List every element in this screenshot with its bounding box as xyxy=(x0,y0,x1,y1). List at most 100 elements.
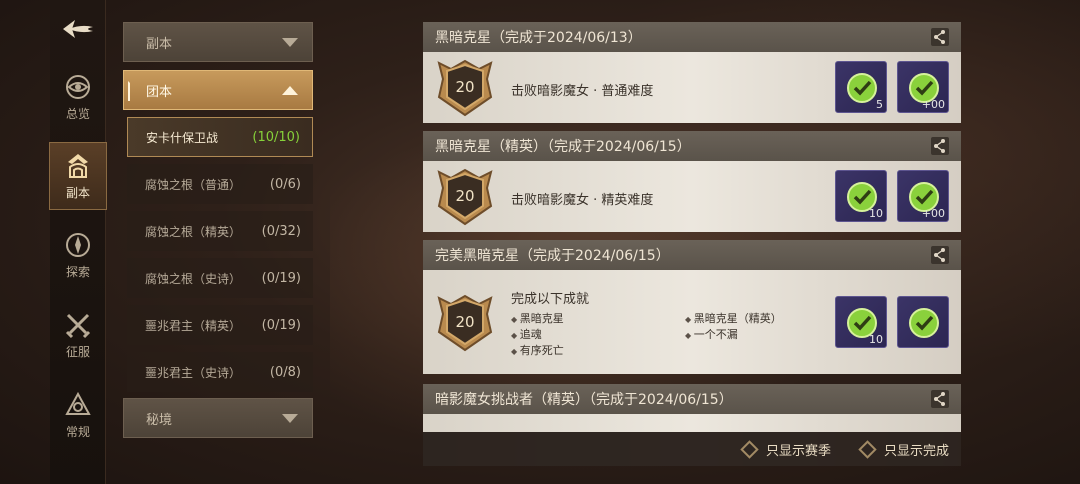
category-list: 副本 团本 安卡什保卫战 (10/10) 腐蚀之根（普通） (0/6) 腐蚀之根… xyxy=(123,22,313,438)
crossed-swords-icon xyxy=(65,313,91,338)
share-icon xyxy=(934,30,945,44)
chevron-down-icon xyxy=(282,414,298,423)
achievement-title-bar: 黑暗克星（精英）（完成于2024/06/15） xyxy=(423,131,961,161)
achievement-list[interactable]: 黑暗克星（完成于2024/06/13） 20 击败暗影魔女 · 普通难度 5 +… xyxy=(423,22,961,466)
nav-label: 征服 xyxy=(65,344,90,359)
compass-icon xyxy=(66,232,90,257)
reward-slot[interactable]: +00 xyxy=(897,170,949,222)
achievement-card: 完美黑暗克星（完成于2024/06/15） 20 完成以下成就 黑暗克星 黑暗克… xyxy=(423,240,961,374)
sub-item[interactable]: 安卡什保卫战 (10/10) xyxy=(127,117,313,157)
share-button[interactable] xyxy=(931,246,949,264)
eye-icon xyxy=(66,74,90,99)
reward-count: 5 xyxy=(876,98,883,111)
achievement-title: 暗影魔女挑战者（精英）（完成于2024/06/15） xyxy=(435,392,733,408)
chevron-down-icon xyxy=(282,38,298,47)
reward-count: +00 xyxy=(921,207,945,220)
share-icon xyxy=(934,248,945,262)
filter-label: 只显示完成 xyxy=(883,443,949,459)
requirement-item: 有序死亡 xyxy=(511,342,564,358)
sub-item-count: (10/10) xyxy=(252,129,300,145)
sub-item-count: (0/6) xyxy=(269,176,301,192)
filter-label: 只显示赛季 xyxy=(765,443,831,459)
share-button[interactable] xyxy=(931,28,949,46)
category-dungeon[interactable]: 副本 xyxy=(123,22,313,62)
corner-accent-icon xyxy=(128,81,134,101)
achievement-title: 黑暗克星（精英）（完成于2024/06/15） xyxy=(435,139,691,155)
dungeon-icon xyxy=(68,153,88,178)
category-raid[interactable]: 团本 xyxy=(123,70,313,110)
reward-count: 10 xyxy=(869,207,883,220)
category-label: 秘境 xyxy=(146,412,173,428)
medal-icon: 20 xyxy=(437,294,493,352)
medal-points: 20 xyxy=(455,313,474,331)
share-icon xyxy=(934,139,945,153)
requirement-item: 追魂 xyxy=(511,326,542,342)
reward-count: +00 xyxy=(921,98,945,111)
sub-item[interactable]: 腐蚀之根（精英） (0/32) xyxy=(127,211,313,251)
achievement-desc: 完成以下成就 xyxy=(511,292,590,307)
sub-item-name: 腐蚀之根（普通） xyxy=(145,177,242,192)
reward-slot[interactable]: 10 xyxy=(835,296,887,348)
reward-slot[interactable]: 10 xyxy=(835,170,887,222)
back-button[interactable] xyxy=(58,12,98,46)
category-label: 团本 xyxy=(146,84,173,100)
nav-label: 探索 xyxy=(65,264,90,279)
nav-item-explore[interactable]: 探索 xyxy=(50,222,106,288)
achievement-card: 黑暗克星（完成于2024/06/13） 20 击败暗影魔女 · 普通难度 5 +… xyxy=(423,22,961,123)
achievement-desc: 击败暗影魔女 · 普通难度 xyxy=(511,84,654,99)
category-secret-realm[interactable]: 秘境 xyxy=(123,398,313,438)
back-arrow-icon xyxy=(63,20,93,38)
achievement-body: 20 完成以下成就 黑暗克星 黑暗克星（精英） 追魂 一个不漏 有序死亡 10 xyxy=(423,270,961,374)
achievement-title-bar: 黑暗克星（完成于2024/06/13） xyxy=(423,22,961,52)
triangle-emblem-icon xyxy=(65,391,91,415)
requirement-item: 一个不漏 xyxy=(685,326,738,342)
side-nav: 总览 副本 探索 征服 常规 xyxy=(49,0,107,484)
category-label: 副本 xyxy=(146,36,173,52)
achievement-title: 黑暗克星（完成于2024/06/13） xyxy=(435,30,642,46)
sub-item-name: 噩兆君主（精英） xyxy=(145,318,242,333)
nav-item-dungeon[interactable]: 副本 xyxy=(49,142,107,210)
filter-completed-toggle[interactable]: 只显示完成 xyxy=(858,439,949,459)
diamond-checkbox-icon xyxy=(858,439,877,459)
filter-season-toggle[interactable]: 只显示赛季 xyxy=(740,439,831,459)
achievement-title-bar: 暗影魔女挑战者（精英）（完成于2024/06/15） xyxy=(423,384,961,414)
sub-item-count: (0/8) xyxy=(269,364,301,380)
sub-item-count: (0/32) xyxy=(261,223,301,239)
nav-item-conquer[interactable]: 征服 xyxy=(50,302,106,368)
medal-points: 20 xyxy=(455,78,474,96)
reward-count: 10 xyxy=(869,333,883,346)
sub-item-count: (0/19) xyxy=(261,270,301,286)
nav-item-overview[interactable]: 总览 xyxy=(50,64,106,130)
diamond-checkbox-icon xyxy=(740,439,759,459)
nav-item-general[interactable]: 常规 xyxy=(50,382,106,448)
medal-points: 20 xyxy=(455,187,474,205)
reward-slot[interactable]: +00 xyxy=(897,61,949,113)
achievement-desc: 击败暗影魔女 · 精英难度 xyxy=(511,193,654,208)
requirement-item: 黑暗克星（精英） xyxy=(685,310,782,326)
achievement-title: 完美黑暗克星（完成于2024/06/15） xyxy=(435,248,670,264)
achievement-card: 黑暗克星（精英）（完成于2024/06/15） 20 击败暗影魔女 · 精英难度 xyxy=(423,131,961,232)
check-badge-icon xyxy=(909,308,939,338)
share-button[interactable] xyxy=(931,390,949,408)
reward-slot[interactable]: 5 xyxy=(835,61,887,113)
sub-item-name: 腐蚀之根（精英） xyxy=(145,224,242,239)
filter-bar: 只显示赛季 只显示完成 xyxy=(423,432,961,466)
sub-item-name: 安卡什保卫战 xyxy=(146,130,219,145)
requirement-item: 黑暗克星 xyxy=(511,310,564,326)
sub-item-name: 腐蚀之根（史诗） xyxy=(145,271,242,286)
sub-item[interactable]: 腐蚀之根（普通） (0/6) xyxy=(127,164,313,204)
sub-item-count: (0/19) xyxy=(261,317,301,333)
share-button[interactable] xyxy=(931,137,949,155)
sub-item-name: 噩兆君主（史诗） xyxy=(145,365,242,380)
sub-item[interactable]: 腐蚀之根（史诗） (0/19) xyxy=(127,258,313,298)
sub-item[interactable]: 噩兆君主（精英） (0/19) xyxy=(127,305,313,345)
achievement-body: 20 击败暗影魔女 · 精英难度 10 +00 xyxy=(423,161,961,232)
nav-label: 副本 xyxy=(65,185,90,200)
achievement-body: 20 击败暗影魔女 · 普通难度 5 +00 xyxy=(423,52,961,123)
medal-icon: 20 xyxy=(437,168,493,226)
nav-label: 常规 xyxy=(65,424,90,439)
share-icon xyxy=(934,392,945,406)
reward-slot[interactable] xyxy=(897,296,949,348)
sub-item[interactable]: 噩兆君主（史诗） (0/8) xyxy=(127,352,313,392)
achievement-title-bar: 完美黑暗克星（完成于2024/06/15） xyxy=(423,240,961,270)
